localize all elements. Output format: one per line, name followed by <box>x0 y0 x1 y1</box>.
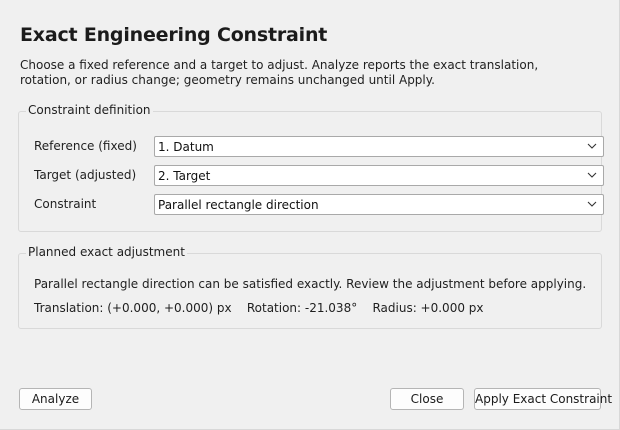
dialog-description: Choose a fixed reference and a target to… <box>20 58 539 87</box>
chevron-down-icon <box>587 143 597 149</box>
constraint-label: Constraint <box>34 197 97 211</box>
apply-exact-constraint-button[interactable]: Apply Exact Constraint <box>474 388 612 410</box>
reference-row: Reference (fixed) 1. Datum <box>34 136 604 157</box>
reference-select-value: 1. Datum <box>158 140 214 154</box>
planned-adjustment-group: Planned exact adjustment Parallel rectan… <box>18 245 602 329</box>
target-label: Target (adjusted) <box>34 168 137 182</box>
constraint-definition-group: Constraint definition Reference (fixed) … <box>18 103 604 232</box>
target-select-value: 2. Target <box>158 169 211 183</box>
constraint-select[interactable]: Parallel rectangle direction <box>154 194 604 215</box>
result-message: Parallel rectangle direction can be sati… <box>34 277 587 291</box>
close-button[interactable]: Close <box>390 388 464 410</box>
reference-select[interactable]: 1. Datum <box>154 136 604 157</box>
chevron-down-icon <box>587 172 597 178</box>
planned-adjustment-title: Planned exact adjustment <box>26 245 187 259</box>
target-select[interactable]: 2. Target <box>154 165 604 186</box>
reference-label: Reference (fixed) <box>34 139 137 153</box>
target-row: Target (adjusted) 2. Target <box>34 165 604 186</box>
dialog-title: Exact Engineering Constraint <box>20 24 328 46</box>
constraint-dialog: Exact Engineering Constraint Choose a fi… <box>0 0 620 430</box>
constraint-row: Constraint Parallel rectangle direction <box>34 194 604 215</box>
chevron-down-icon <box>587 201 597 207</box>
analyze-button[interactable]: Analyze <box>19 388 92 410</box>
constraint-definition-title: Constraint definition <box>26 103 153 117</box>
constraint-select-value: Parallel rectangle direction <box>158 198 319 212</box>
adjustment-values: Translation: (+0.000, +0.000) px Rotatio… <box>34 301 484 315</box>
